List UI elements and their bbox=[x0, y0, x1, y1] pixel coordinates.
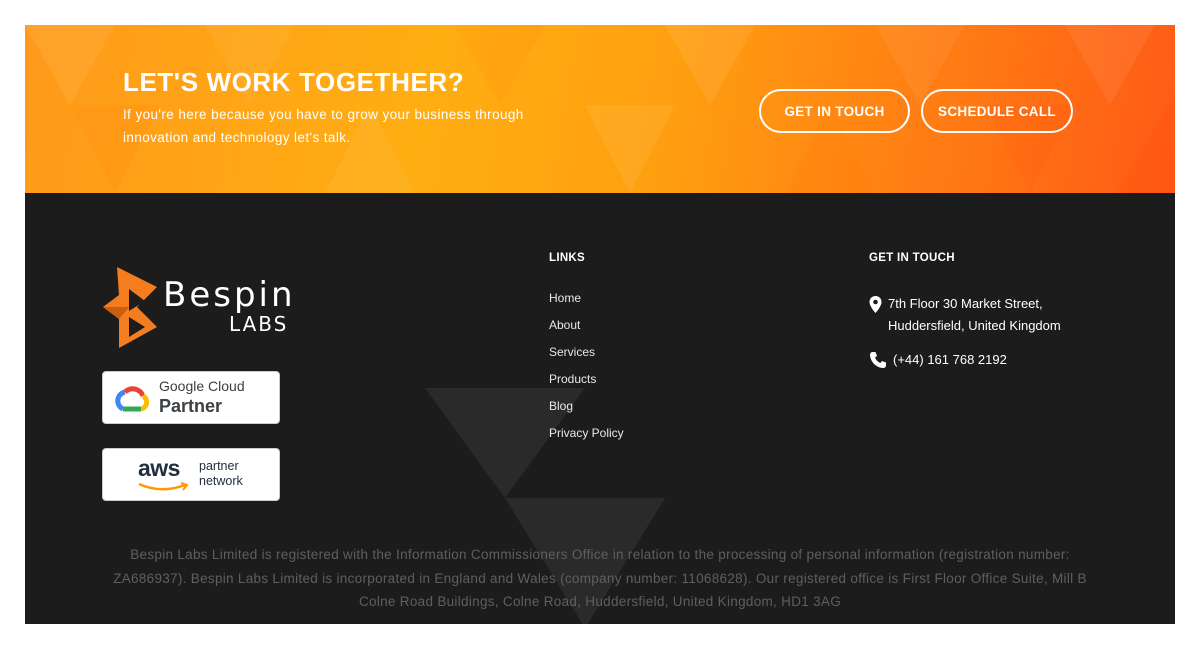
footer-link-services[interactable]: Services bbox=[549, 345, 624, 372]
contact-address: 7th Floor 30 Market Street, Huddersfield… bbox=[869, 293, 1098, 337]
links-heading: LINKS bbox=[549, 252, 585, 264]
aws-smile-icon bbox=[138, 482, 189, 491]
site-footer: Bespin LABS Google Cloud Partner aws par… bbox=[25, 193, 1175, 624]
cta-banner: LET'S WORK TOGETHER? If you're here beca… bbox=[25, 25, 1175, 193]
get-in-touch-button[interactable]: GET IN TOUCH bbox=[759, 89, 910, 133]
phone-text: (+44) 161 768 2192 bbox=[893, 352, 1007, 367]
cta-title: LET'S WORK TOGETHER? bbox=[123, 67, 465, 97]
footer-link-about[interactable]: About bbox=[549, 318, 624, 345]
address-text: 7th Floor 30 Market Street, Huddersfield… bbox=[888, 296, 1061, 333]
brand-name: Bespin bbox=[163, 275, 296, 315]
google-badge-line1: Google Cloud bbox=[159, 378, 245, 394]
aws-logo: aws bbox=[138, 455, 180, 481]
aws-badge-line1: partner bbox=[199, 459, 239, 473]
google-badge-line2: Partner bbox=[159, 396, 223, 416]
brand-sub: LABS bbox=[229, 312, 289, 336]
phone-icon bbox=[870, 352, 886, 368]
schedule-call-button[interactable]: SCHEDULE CALL bbox=[921, 89, 1073, 133]
google-cloud-icon bbox=[115, 386, 150, 412]
contact-heading: GET IN TOUCH bbox=[869, 252, 955, 264]
footer-link-products[interactable]: Products bbox=[549, 372, 624, 399]
contact-phone[interactable]: (+44) 161 768 2192 bbox=[869, 349, 1007, 371]
aws-badge-line2: network bbox=[199, 474, 243, 488]
footer-links: Home About Services Products Blog Privac… bbox=[549, 291, 624, 453]
bespin-logo-icon[interactable] bbox=[101, 265, 171, 350]
footer-link-blog[interactable]: Blog bbox=[549, 399, 624, 426]
aws-partner-badge[interactable]: aws partner network bbox=[102, 448, 280, 501]
footer-link-home[interactable]: Home bbox=[549, 291, 624, 318]
map-pin-icon bbox=[869, 296, 882, 313]
google-cloud-partner-badge[interactable]: Google Cloud Partner bbox=[102, 371, 280, 424]
legal-notice: Bespin Labs Limited is registered with t… bbox=[113, 547, 1087, 609]
footer-link-privacy-policy[interactable]: Privacy Policy bbox=[549, 426, 624, 453]
cta-description: If you're here because you have to grow … bbox=[123, 107, 524, 145]
